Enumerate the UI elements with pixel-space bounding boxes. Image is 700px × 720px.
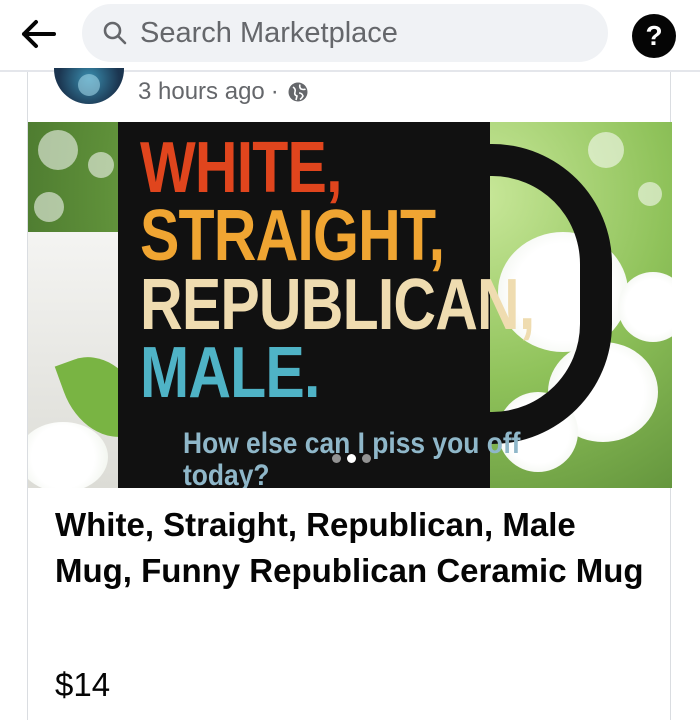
search-input[interactable]	[140, 16, 580, 50]
mug-line-4: MALE.	[140, 333, 320, 414]
mug-line-3: REPUBLICAN,	[140, 264, 535, 345]
top-bar: ?	[0, 0, 700, 72]
back-button[interactable]	[16, 14, 60, 54]
mug-tagline: How else can I piss you off today?	[183, 427, 521, 488]
carousel-dot[interactable]	[332, 454, 341, 463]
listing-card: 3 hours ago · WHITE, STRAIGHT, REPUBLICA…	[27, 68, 672, 720]
post-timestamp[interactable]: 3 hours ago	[138, 78, 265, 106]
product-photo[interactable]: WHITE, STRAIGHT, REPUBLICAN, MALE. How e…	[28, 122, 672, 488]
mug-print-text: WHITE, STRAIGHT, REPUBLICAN, MALE.	[140, 128, 535, 414]
mug-line-2: STRAIGHT,	[140, 196, 445, 277]
avatar[interactable]	[54, 68, 124, 104]
search-bar[interactable]	[82, 4, 608, 62]
search-icon	[103, 21, 127, 45]
carousel-indicator[interactable]	[332, 454, 371, 463]
globe-icon	[288, 82, 308, 102]
meta-separator: ·	[270, 78, 279, 105]
carousel-dot-active[interactable]	[347, 454, 356, 463]
back-arrow-icon	[22, 20, 56, 48]
listing-title[interactable]: White, Straight, Republican, Male Mug, F…	[55, 502, 655, 594]
help-button[interactable]: ?	[632, 14, 676, 58]
question-mark-icon: ?	[645, 20, 663, 51]
mug-line-1: WHITE,	[140, 128, 343, 208]
listing-price: $14	[55, 666, 111, 703]
carousel-dot[interactable]	[362, 454, 371, 463]
post-meta: 3 hours ago ·	[138, 78, 309, 106]
